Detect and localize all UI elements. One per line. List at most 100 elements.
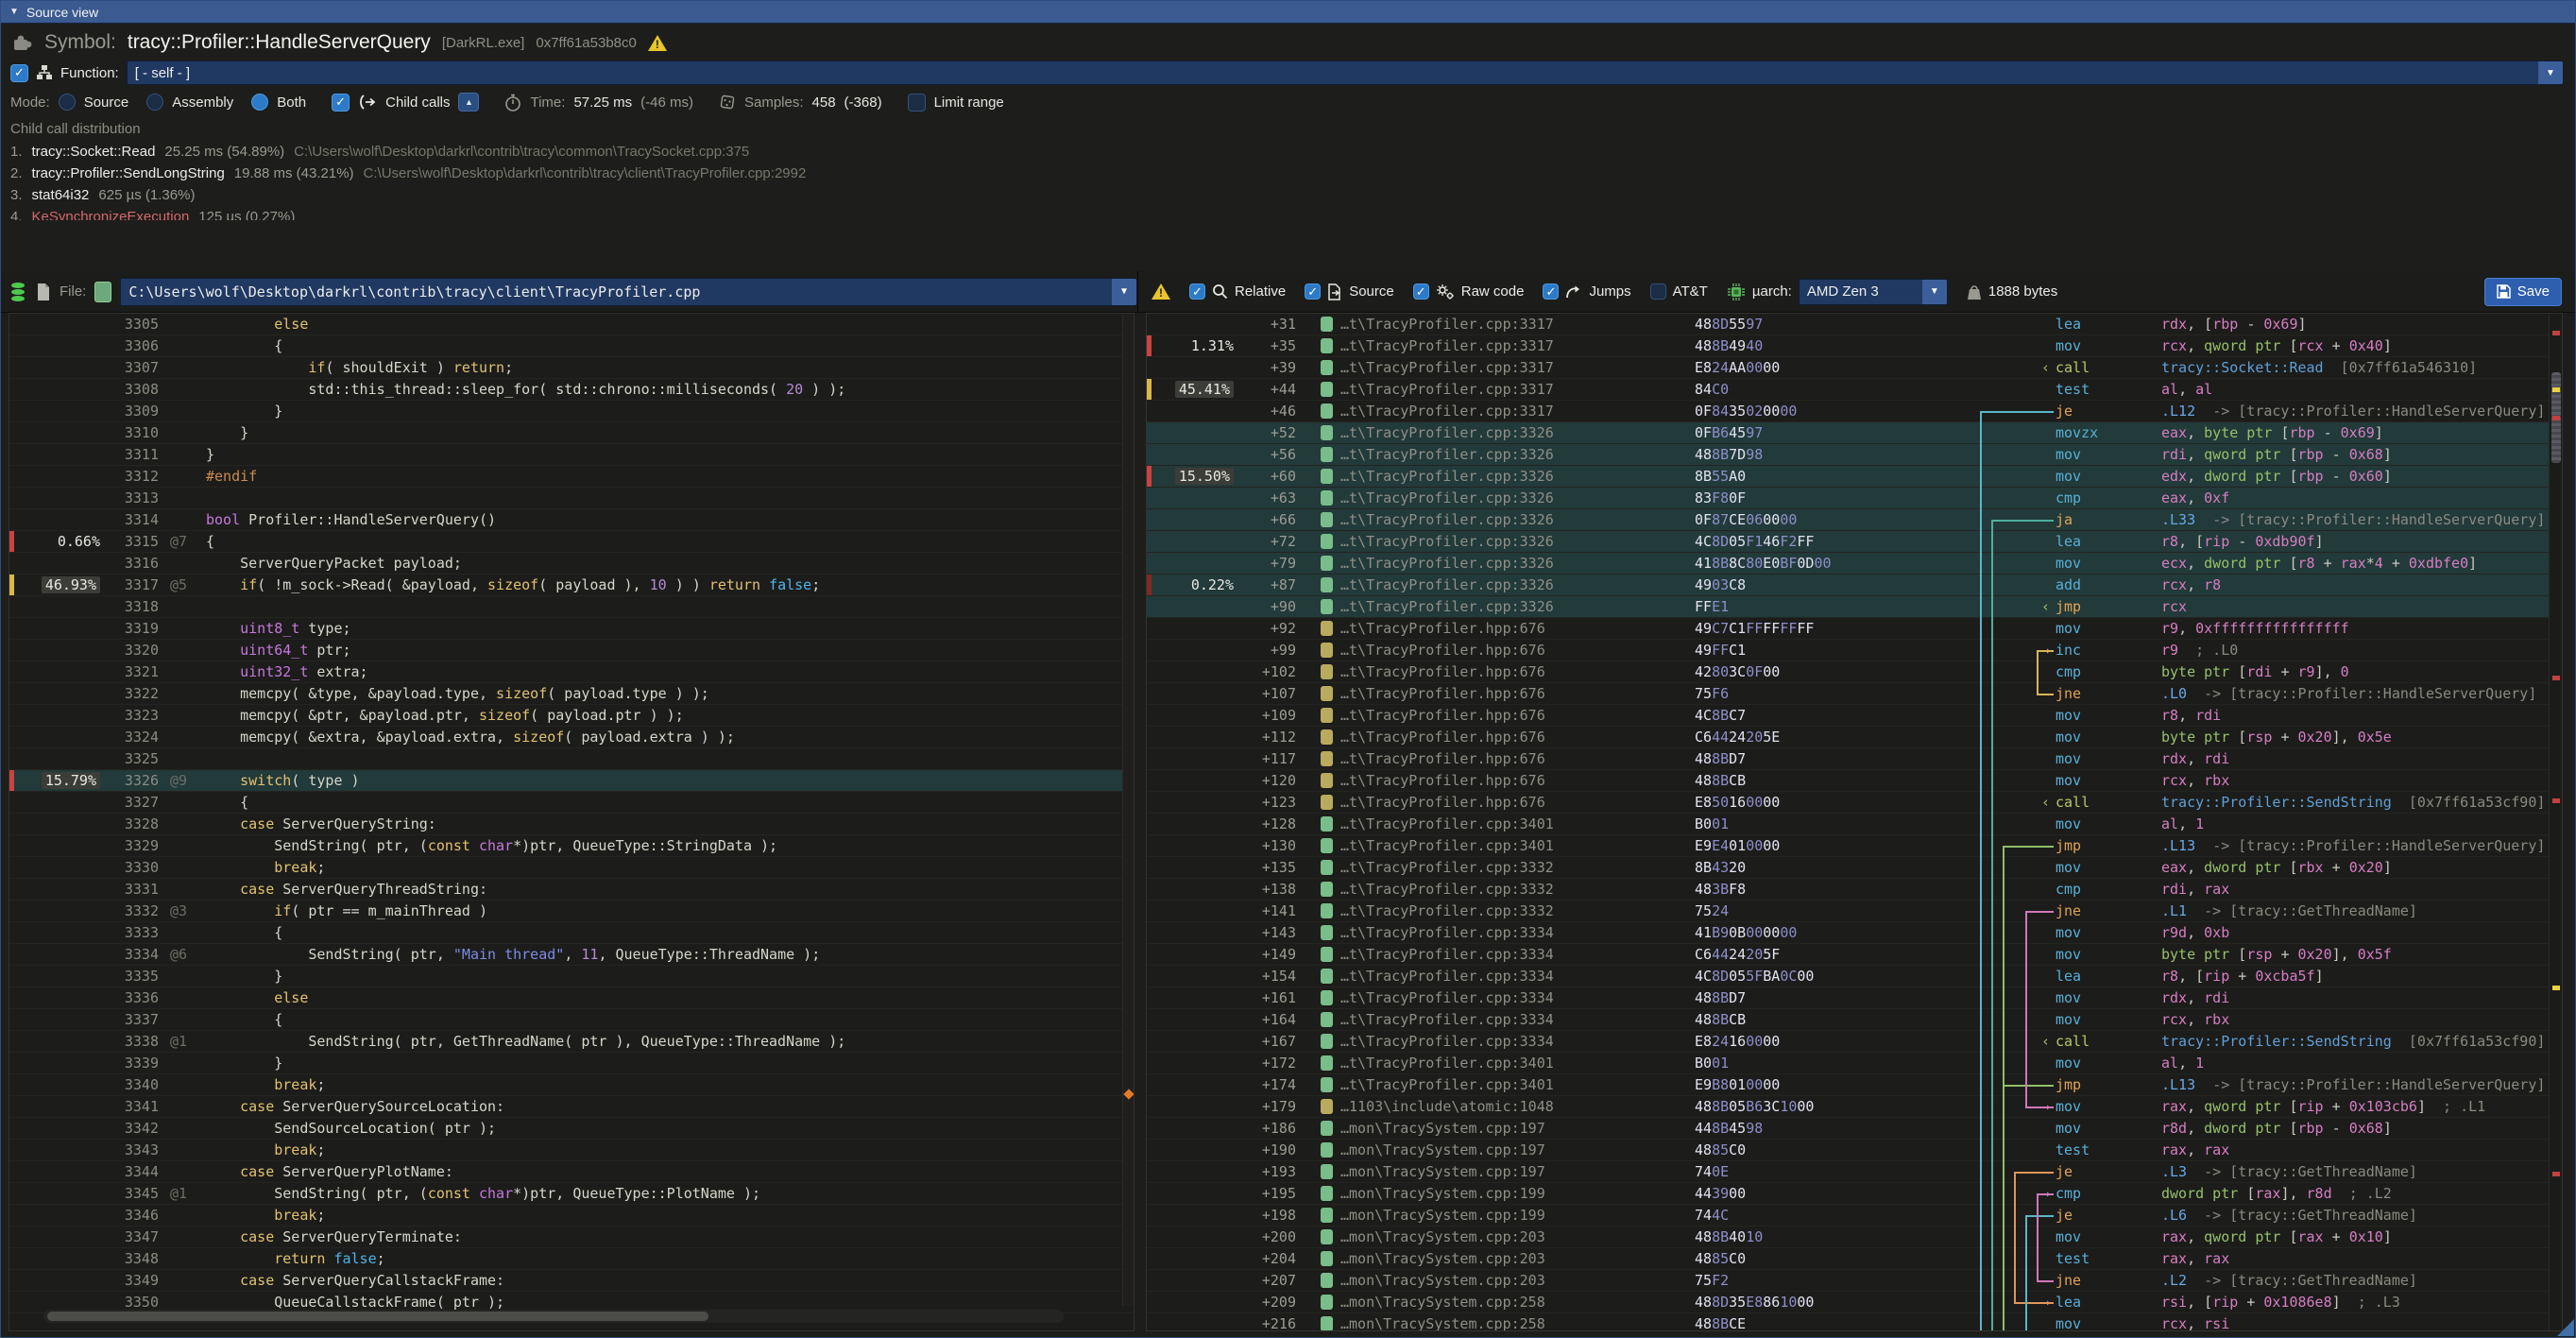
asm-row[interactable]: +123…t\TracyProfiler.hpp:676E850160000‹c… [1147, 792, 2562, 814]
asm-row[interactable]: +90…t\TracyProfiler.cpp:3326FFE1‹jmprcx [1147, 596, 2562, 618]
scrollbar-thumb[interactable] [47, 1312, 708, 1321]
relative-toggle[interactable]: ✓ Relative [1189, 283, 1286, 300]
asm-row[interactable]: +72…t\TracyProfiler.cpp:33264C8D05F146F2… [1147, 531, 2562, 553]
assembly-vertical-scrollbar[interactable] [2549, 314, 2562, 1330]
function-select[interactable]: [ - self - ] ▼ [127, 60, 2564, 85]
asm-row[interactable]: +200…mon\TracySystem.cpp:203488B4010movr… [1147, 1226, 2562, 1248]
asm-row[interactable]: +141…t\TracyProfiler.cpp:33327524jne.L1 … [1147, 901, 2562, 922]
source-line[interactable]: 3329 SendString( ptr, (const char*)ptr, … [9, 835, 1134, 857]
asm-row[interactable]: +195…mon\TracySystem.cpp:199443900→cmpdw… [1147, 1183, 2562, 1205]
source-line[interactable]: 3305 else [9, 314, 1134, 335]
source-line[interactable]: 3342 SendSourceLocation( ptr ); [9, 1118, 1134, 1140]
asm-row[interactable]: 0.22%+87…t\TracyProfiler.cpp:33264903C8a… [1147, 575, 2562, 596]
source-line[interactable]: 3309 } [9, 401, 1134, 422]
asm-row[interactable]: +216…mon\TracySystem.cpp:258488BCEmovrcx… [1147, 1313, 2562, 1331]
child-call-item[interactable]: 2.tracy::Profiler::SendLongString19.88 m… [10, 163, 2575, 184]
asm-row[interactable]: +154…t\TracyProfiler.cpp:33344C8D055FBA0… [1147, 966, 2562, 987]
source-line[interactable]: 3322 memcpy( &type, &payload.type, sizeo… [9, 683, 1134, 705]
function-checkbox[interactable]: ✓ [10, 64, 28, 82]
child-call-item[interactable]: 4.KeSynchronizeExecution125 µs (0.27%) [10, 206, 2575, 220]
asm-row[interactable]: +204…mon\TracySystem.cpp:2034885C0testra… [1147, 1248, 2562, 1270]
source-pane[interactable]: 3305 else3306 {3307 if( shouldExit ) ret… [9, 313, 1134, 1331]
source-line[interactable]: 3312#endif [9, 466, 1134, 488]
source-line[interactable]: 3331 case ServerQueryThreadString: [9, 879, 1134, 901]
symbol-warning-icon[interactable] [648, 35, 667, 51]
asm-row[interactable]: +109…t\TracyProfiler.hpp:6764C8BC7movr8,… [1147, 705, 2562, 727]
asm-row[interactable]: 15.50%+60…t\TracyProfiler.cpp:33268B55A0… [1147, 466, 2562, 488]
source-line[interactable]: 3321 uint32_t extra; [9, 661, 1134, 683]
chevron-down-icon[interactable]: ▼ [1922, 280, 1947, 304]
asm-row[interactable]: +117…t\TracyProfiler.hpp:676488BD7movrdx… [1147, 748, 2562, 770]
source-line[interactable]: 3333 { [9, 922, 1134, 944]
radio-source[interactable] [59, 94, 76, 111]
asm-row[interactable]: +112…t\TracyProfiler.hpp:676C64424205Emo… [1147, 727, 2562, 748]
source-line[interactable]: 3334@6 SendString( ptr, "Main thread", 1… [9, 944, 1134, 966]
source-line[interactable]: 3323 memcpy( &ptr, &payload.ptr, sizeof(… [9, 705, 1134, 727]
att-toggle[interactable]: AT&T [1650, 283, 1708, 300]
source-line[interactable]: 0.66%3315@7{ [9, 531, 1134, 553]
file-select[interactable]: C:\Users\wolf\Desktop\darkrl\contrib\tra… [120, 278, 1137, 306]
source-line[interactable]: 3343 break; [9, 1140, 1134, 1161]
source-line[interactable]: 3324 memcpy( &extra, &payload.extra, siz… [9, 727, 1134, 748]
asm-row[interactable]: +135…t\TracyProfiler.cpp:33328B4320movea… [1147, 857, 2562, 879]
source-line[interactable]: 15.79%3326@9 switch( type ) [9, 770, 1134, 792]
source-line[interactable]: 3349 case ServerQueryCallstackFrame: [9, 1270, 1134, 1292]
asm-row[interactable]: +164…t\TracyProfiler.cpp:3334488BCBmovrc… [1147, 1009, 2562, 1031]
source-vertical-scrollbar[interactable] [1122, 314, 1134, 1306]
source-line[interactable]: 3306 { [9, 335, 1134, 357]
asm-row[interactable]: +130…t\TracyProfiler.cpp:3401E9E4010000j… [1147, 835, 2562, 857]
asm-row[interactable]: +172…t\TracyProfiler.cpp:3401B001moval, … [1147, 1053, 2562, 1074]
asm-row[interactable]: +209…mon\TracySystem.cpp:258488D35E88610… [1147, 1292, 2562, 1313]
asm-row[interactable]: +66…t\TracyProfiler.cpp:33260F87CE060000… [1147, 509, 2562, 531]
source-line[interactable]: 3339 } [9, 1053, 1134, 1074]
source-line[interactable]: 3325 [9, 748, 1134, 770]
source-line[interactable]: 46.93%3317@5 if( !m_sock->Read( &payload… [9, 575, 1134, 596]
resize-grip[interactable] [2557, 1319, 2574, 1336]
asm-row[interactable]: +79…t\TracyProfiler.cpp:3326418B8C80E0BF… [1147, 553, 2562, 575]
asm-row[interactable]: +179…1103\include\atomic:1048488B05B63C1… [1147, 1096, 2562, 1118]
source-line[interactable]: 3338@1 SendString( ptr, GetThreadName( p… [9, 1031, 1134, 1053]
asm-row[interactable]: +99…t\TracyProfiler.hpp:67649FFC1→incr9 … [1147, 640, 2562, 661]
source-toggle[interactable]: ✓ Source [1305, 283, 1394, 300]
asm-row[interactable]: +46…t\TracyProfiler.cpp:33170F8435020000… [1147, 401, 2562, 422]
asm-row[interactable]: +143…t\TracyProfiler.cpp:333441B90B00000… [1147, 922, 2562, 944]
source-line[interactable]: 3313 [9, 488, 1134, 509]
asm-row[interactable]: +102…t\TracyProfiler.hpp:67642803C0F00cm… [1147, 661, 2562, 683]
asm-row[interactable]: +207…mon\TracySystem.cpp:20375F2jne.L2 -… [1147, 1270, 2562, 1292]
source-line[interactable]: 3335 } [9, 966, 1134, 987]
asm-row[interactable]: +39…t\TracyProfiler.cpp:3317E824AA0000‹c… [1147, 357, 2562, 379]
child-call-item[interactable]: 3.stat64i32625 µs (1.36%) [10, 184, 2575, 206]
jumps-toggle[interactable]: ✓ Jumps [1543, 283, 1630, 300]
save-button[interactable]: Save [2484, 278, 2562, 306]
asm-row[interactable]: +92…t\TracyProfiler.hpp:67649C7C1FFFFFFF… [1147, 618, 2562, 640]
source-line[interactable]: 3310 } [9, 422, 1134, 444]
source-line[interactable]: 3336 else [9, 987, 1134, 1009]
asm-row[interactable]: +174…t\TracyProfiler.cpp:3401E9B8010000j… [1147, 1074, 2562, 1096]
child-calls-checkbox[interactable]: ✓ [332, 94, 350, 112]
asm-row[interactable]: +190…mon\TracySystem.cpp:1974885C0testra… [1147, 1140, 2562, 1161]
source-line[interactable]: 3328 case ServerQueryString: [9, 814, 1134, 835]
asm-row[interactable]: +56…t\TracyProfiler.cpp:3326488B7D98movr… [1147, 444, 2562, 466]
source-line[interactable]: 3314bool Profiler::HandleServerQuery() [9, 509, 1134, 531]
source-horizontal-scrollbar[interactable] [43, 1310, 1064, 1323]
chevron-down-icon[interactable]: ▼ [2538, 61, 2563, 84]
source-line[interactable]: 3307 if( shouldExit ) return; [9, 357, 1134, 379]
asm-row[interactable]: +138…t\TracyProfiler.cpp:3332483BF8cmprd… [1147, 879, 2562, 901]
source-line[interactable]: 3347 case ServerQueryTerminate: [9, 1226, 1134, 1248]
source-line[interactable]: 3340 break; [9, 1074, 1134, 1096]
source-line[interactable]: 3341 case ServerQuerySourceLocation: [9, 1096, 1134, 1118]
asm-row[interactable]: +52…t\TracyProfiler.cpp:33260FB64597movz… [1147, 422, 2562, 444]
source-line[interactable]: 3330 break; [9, 857, 1134, 879]
collapse-icon[interactable]: ▼ [9, 7, 19, 17]
uarch-select[interactable]: AMD Zen 3 ▼ [1799, 279, 1948, 305]
title-bar[interactable]: ▼ Source view [1, 1, 2575, 24]
asm-row[interactable]: 1.31%+35…t\TracyProfiler.cpp:3317488B494… [1147, 335, 2562, 357]
chevron-down-icon[interactable]: ▼ [1112, 279, 1136, 305]
source-line[interactable]: 3346 break; [9, 1205, 1134, 1226]
collapse-child-calls-button[interactable]: ▲ [458, 93, 479, 112]
source-line[interactable]: 3311} [9, 444, 1134, 466]
asm-row[interactable]: +167…t\TracyProfiler.cpp:3334E824160000‹… [1147, 1031, 2562, 1053]
source-line[interactable]: 3327 { [9, 792, 1134, 814]
asm-row[interactable]: +186…mon\TracySystem.cpp:197448B4598movr… [1147, 1118, 2562, 1140]
asm-row[interactable]: +193…mon\TracySystem.cpp:197740Eje.L3 ->… [1147, 1161, 2562, 1183]
